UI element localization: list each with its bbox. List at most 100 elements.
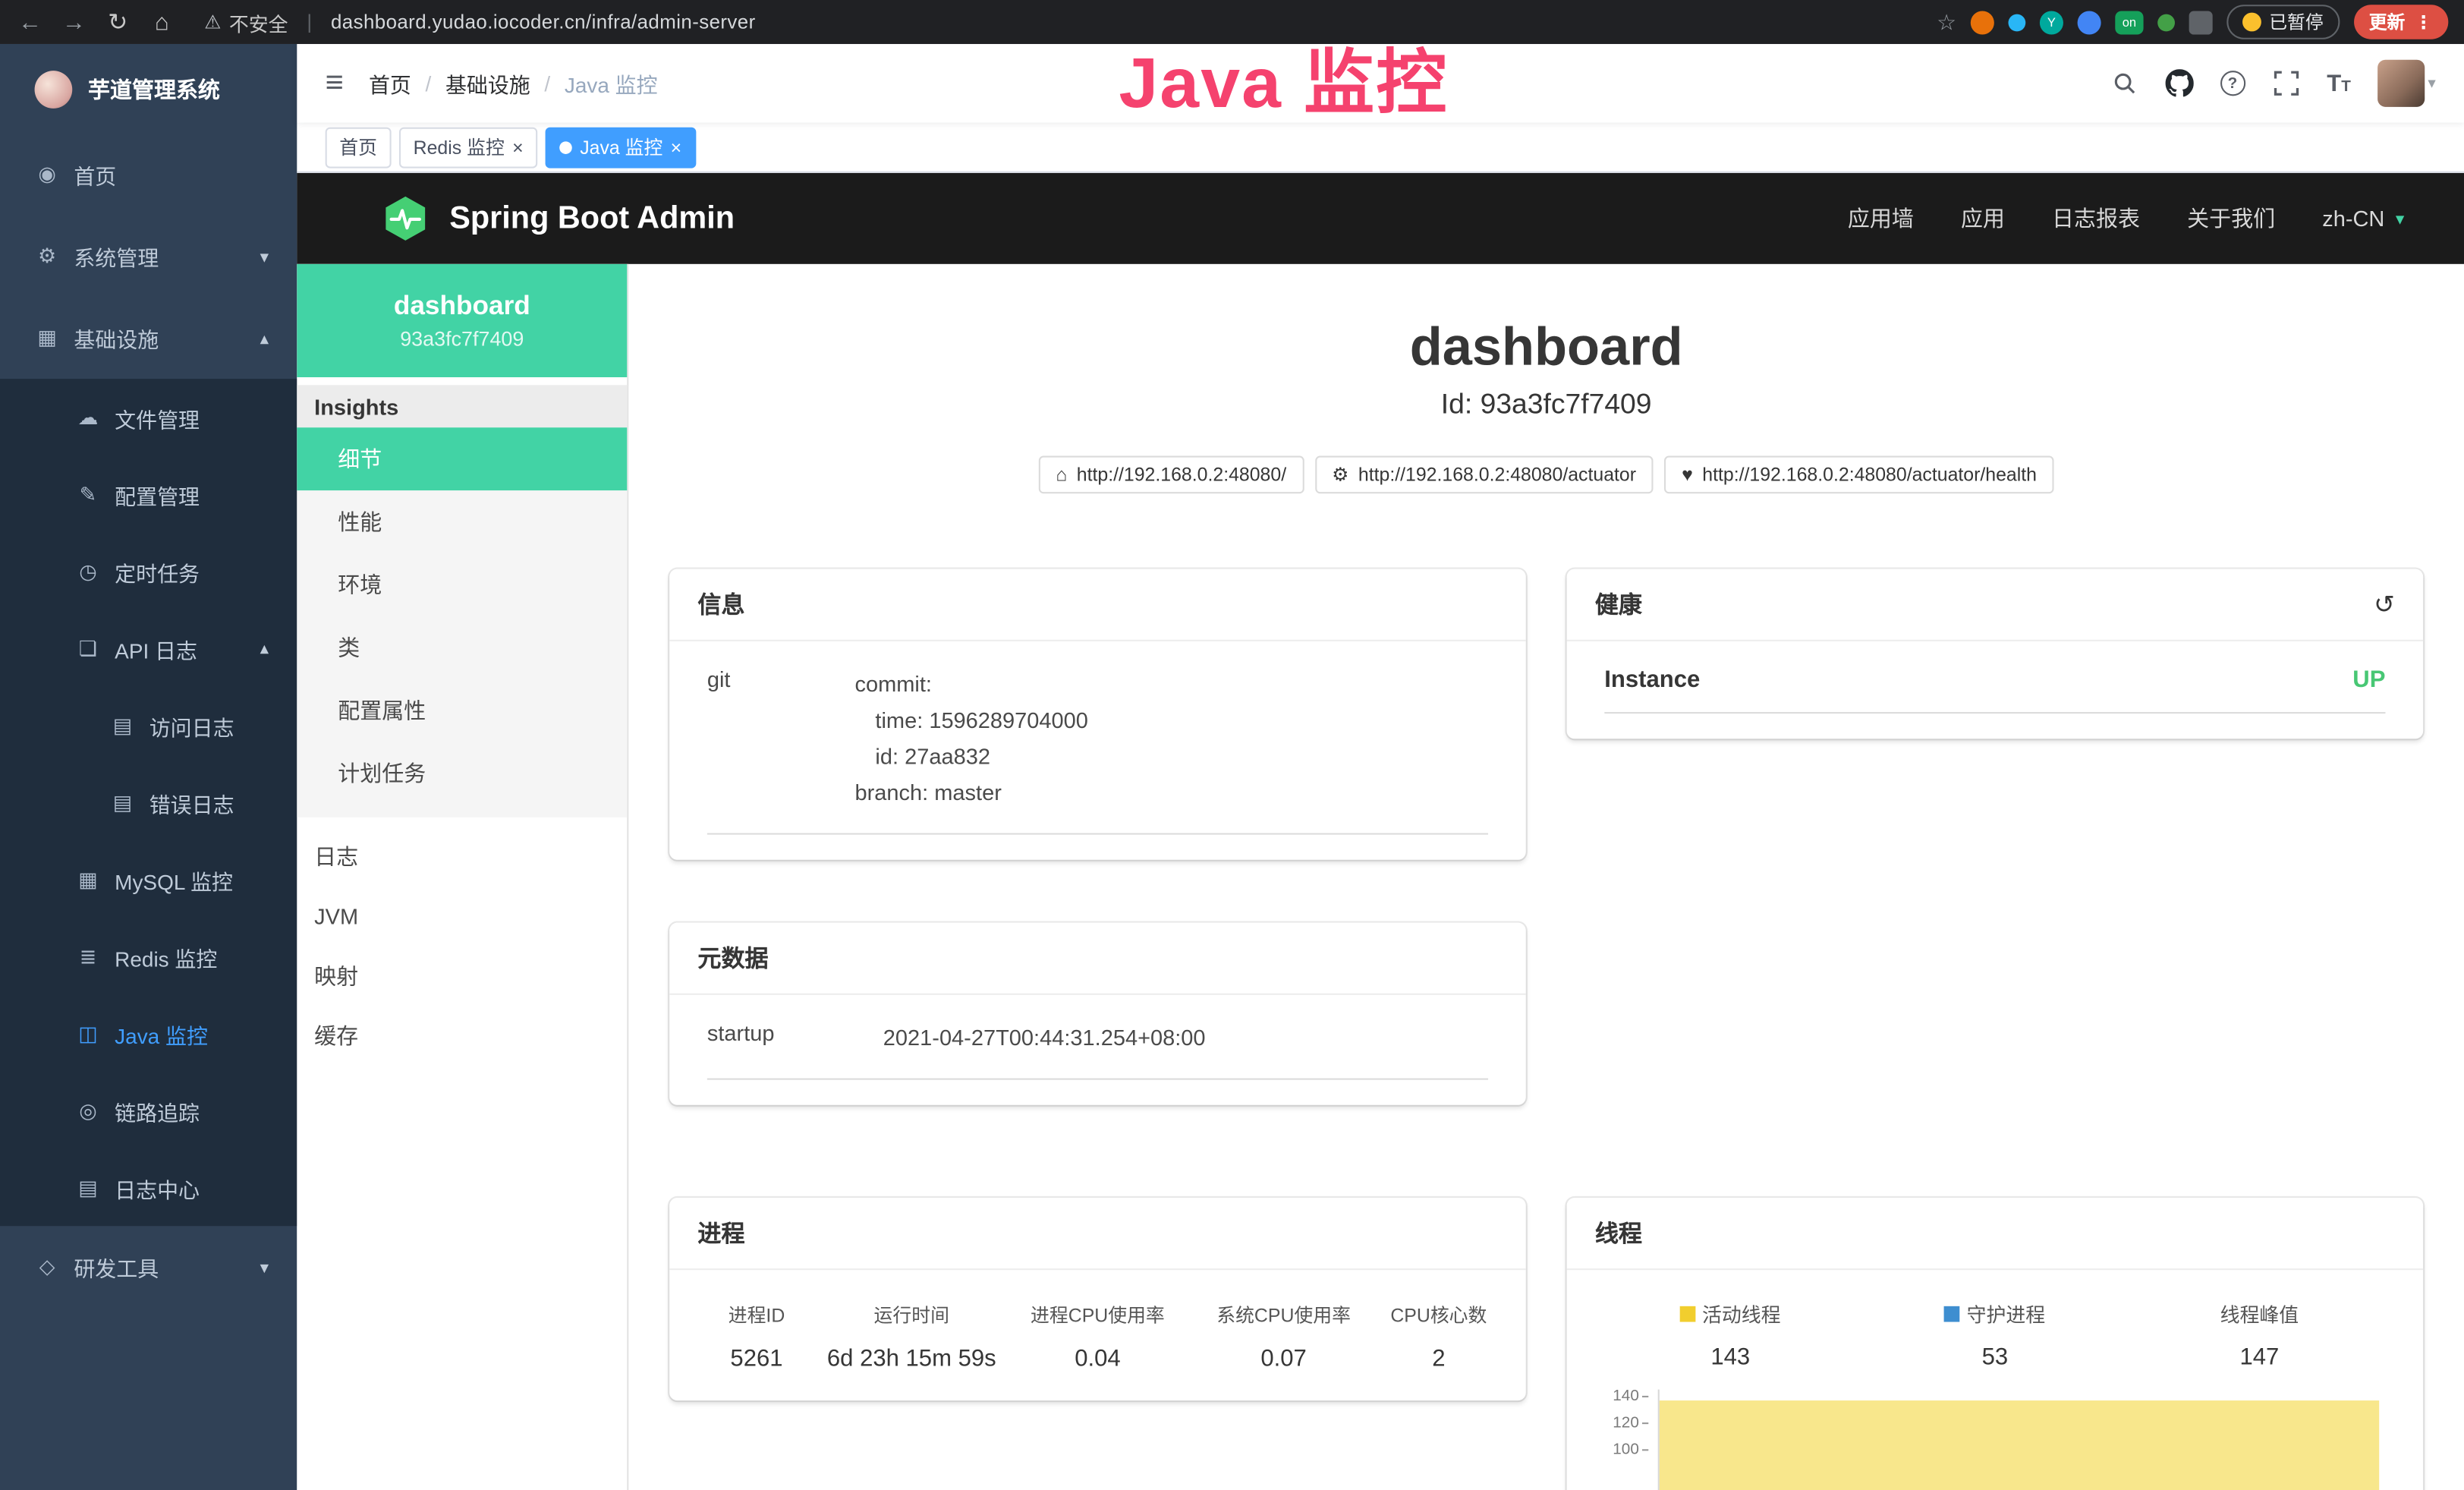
sidebar-item-java-monitor[interactable]: ◫ Java 监控	[0, 995, 297, 1072]
sidebar-item-redis-monitor[interactable]: ≣ Redis 监控	[0, 918, 297, 994]
sidebar-item-label: 配置管理	[115, 479, 200, 510]
user-menu[interactable]: ▾	[2377, 60, 2436, 107]
sba-nav-applications[interactable]: 应用	[1961, 203, 2005, 234]
url-divider: |	[307, 11, 312, 33]
tab-redis-monitor[interactable]: Redis 监控 ×	[399, 127, 537, 168]
extensions-puzzle-icon[interactable]	[2189, 10, 2213, 33]
health-url-link[interactable]: ♥ http://192.168.0.2:48080/actuator/heal…	[1664, 456, 2053, 494]
extension-icon-leaf[interactable]	[2157, 14, 2175, 31]
sba-nav-wallboard[interactable]: 应用墙	[1848, 203, 1914, 234]
security-warning[interactable]: ⚠ 不安全	[204, 7, 288, 36]
instance-nav-beans[interactable]: 类	[297, 616, 627, 679]
sba-nav-about[interactable]: 关于我们	[2187, 203, 2275, 234]
sba-nav-journal[interactable]: 日志报表	[2052, 203, 2140, 234]
close-icon[interactable]: ×	[671, 136, 682, 158]
sidebar-item-mysql-monitor[interactable]: ▦ MySQL 监控	[0, 841, 297, 918]
sidebar-item-config-mgmt[interactable]: ✎ 配置管理	[0, 456, 297, 533]
browser-back-button[interactable]: ←	[16, 8, 44, 35]
instance-nav-caches[interactable]: 缓存	[297, 1006, 627, 1066]
git-branch: branch: master	[855, 775, 1489, 811]
sidebar-item-trace[interactable]: ◎ 链路追踪	[0, 1072, 297, 1148]
browser-update-button[interactable]: 更新 ⋮	[2353, 5, 2448, 39]
page-title: dashboard	[628, 317, 2464, 379]
sidebar-item-log-center[interactable]: ▤ 日志中心	[0, 1149, 297, 1226]
instance-nav-jvm[interactable]: JVM	[297, 887, 627, 947]
instance-id-line: Id: 93a3fc7f7409	[628, 388, 2464, 421]
refresh-history-icon[interactable]: ↺	[2374, 589, 2395, 620]
sidebar-item-label: 文件管理	[115, 402, 200, 433]
document-icon: ▤	[110, 790, 135, 815]
kebab-menu-icon[interactable]: ⋮	[2415, 11, 2433, 33]
sidebar-item-access-logs[interactable]: ▤ 访问日志	[0, 687, 297, 764]
git-commit-id: id: 27aa832	[855, 739, 1489, 775]
service-url-label: http://192.168.0.2:48080/	[1077, 464, 1286, 486]
info-card: 信息 git commit: time: 1596289704000 id: 2…	[669, 569, 1526, 860]
app-title: 芋道管理系统	[88, 73, 220, 104]
font-size-icon[interactable]: TT	[2327, 70, 2351, 96]
github-icon[interactable]	[2165, 69, 2193, 97]
sidebar-item-api-logs[interactable]: ❏ API 日志 ▴	[0, 610, 297, 686]
instance-nav-scheduled-tasks[interactable]: 计划任务	[297, 742, 627, 805]
sidebar-item-error-logs[interactable]: ▤ 错误日志	[0, 764, 297, 840]
extension-icon-teal[interactable]: Y	[2040, 10, 2063, 33]
threads-card-title: 线程	[1595, 1217, 1642, 1249]
insights-group: Insights 细节 性能 环境 类 配置属性 计划任务	[297, 385, 627, 817]
instance-nav-config-props[interactable]: 配置属性	[297, 679, 627, 742]
tab-home[interactable]: 首页	[326, 127, 392, 168]
locale-selector[interactable]: zh-CN ▾	[2322, 206, 2404, 231]
instance-nav-metrics[interactable]: 性能	[297, 490, 627, 553]
sidebar-item-dev-tools[interactable]: ◇ 研发工具 ▾	[0, 1226, 297, 1308]
user-avatar[interactable]	[2377, 60, 2425, 107]
instance-nav-logs[interactable]: 日志	[297, 827, 627, 887]
breadcrumb-infrastructure[interactable]: 基础设施	[445, 68, 530, 99]
service-url-link[interactable]: ⌂ http://192.168.0.2:48080/	[1039, 456, 1304, 494]
threads-legend: 活动线程 守护进程 线程峰值 143	[1598, 1292, 2392, 1371]
extension-icon-orange[interactable]	[1971, 10, 1994, 33]
dashboard-icon: ◉	[35, 162, 60, 187]
process-card: 进程 进程ID 运行时间 进程CPU使用率 系统CPU使用率 CPU核心数 52…	[669, 1198, 1526, 1400]
extension-icon-grid[interactable]	[2078, 10, 2101, 33]
bookmark-star-icon[interactable]: ☆	[1937, 8, 1956, 35]
actuator-url-link[interactable]: ⚙ http://192.168.0.2:48080/actuator	[1314, 456, 1653, 494]
sidebar-item-system-mgmt[interactable]: ⚙ 系统管理 ▾	[0, 216, 297, 298]
close-icon[interactable]: ×	[512, 136, 524, 158]
sba-header: Spring Boot Admin 应用墙 应用 日志报表 关于我们 zh-CN…	[297, 173, 2464, 264]
sidebar-item-home[interactable]: ◉ 首页	[0, 134, 297, 216]
process-pid: 5261	[694, 1346, 818, 1372]
paused-badge[interactable]: 已暂停	[2226, 5, 2339, 39]
health-card-title: 健康	[1595, 587, 1642, 620]
chevron-down-icon: ▾	[2396, 208, 2404, 228]
tab-java-monitor[interactable]: Java 监控 ×	[546, 127, 696, 168]
fullscreen-icon[interactable]	[2272, 69, 2300, 97]
browser-reload-button[interactable]: ↻	[104, 8, 132, 36]
screenshot-stage: ← → ↻ ⌂ ⚠ 不安全 | dashboard.yudao.iocoder.…	[0, 0, 2464, 1490]
clock-icon: ◷	[75, 559, 100, 584]
browser-url[interactable]: dashboard.yudao.iocoder.cn/infra/admin-s…	[331, 11, 756, 33]
y-axis-tick: 120	[1598, 1416, 1648, 1432]
monitor-icon: ◫	[75, 1021, 100, 1046]
help-icon[interactable]: ?	[2220, 71, 2245, 96]
metadata-startup-row: startup 2021-04-27T00:44:31.254+08:00	[707, 1020, 1488, 1080]
instance-nav-environment[interactable]: 环境	[297, 553, 627, 616]
sidebar-item-file-mgmt[interactable]: ☁ 文件管理	[0, 379, 297, 455]
extension-icon-drop[interactable]	[2008, 14, 2025, 31]
browser-forward-button[interactable]: →	[60, 8, 88, 35]
sidebar-item-label: 基础设施	[74, 323, 159, 354]
sidebar-item-label: 定时任务	[115, 556, 200, 587]
search-icon[interactable]	[2110, 69, 2138, 97]
instance-nav-mappings[interactable]: 映射	[297, 947, 627, 1006]
security-label: 不安全	[229, 7, 288, 36]
instance-nav-details[interactable]: 细节	[297, 427, 627, 490]
instance-header[interactable]: dashboard 93a3fc7f7409	[297, 264, 627, 377]
live-threads-label: 活动线程	[1598, 1298, 1863, 1328]
hamburger-icon[interactable]: ≡	[326, 65, 344, 102]
breadcrumb-home[interactable]: 首页	[369, 68, 411, 99]
extension-icon-on[interactable]: on	[2115, 10, 2143, 33]
live-threads-value: 143	[1598, 1344, 1863, 1371]
instance-name: dashboard	[394, 291, 530, 322]
paused-emoji-icon	[2242, 13, 2261, 32]
sidebar-item-infrastructure[interactable]: ▦ 基础设施 ▴	[0, 297, 297, 379]
sidebar-item-scheduled-jobs[interactable]: ◷ 定时任务	[0, 533, 297, 610]
browser-home-button[interactable]: ⌂	[148, 8, 176, 35]
sidebar-item-label: 系统管理	[74, 241, 159, 272]
